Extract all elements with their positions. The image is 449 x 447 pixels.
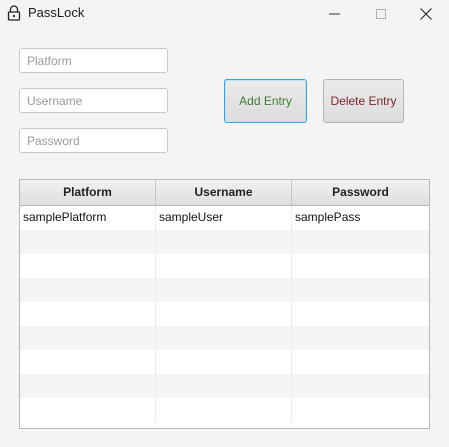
table-cell: samplePass: [295, 210, 361, 224]
table-row[interactable]: [20, 278, 429, 302]
minimize-button[interactable]: [312, 0, 358, 28]
minimize-icon: [329, 13, 340, 15]
table-cell: [20, 326, 156, 350]
table-cell: [156, 398, 292, 422]
maximize-icon: [376, 9, 386, 19]
column-header-username[interactable]: Username: [156, 180, 292, 205]
table-cell: samplePlatform: [20, 206, 156, 230]
username-input[interactable]: [19, 88, 168, 113]
table-row[interactable]: [20, 254, 429, 278]
table-cell: [156, 374, 292, 398]
table-cell: [292, 350, 429, 374]
window-title: PassLock: [28, 5, 85, 20]
passlock-window: PassLock Add Entry Delete Entry Platform…: [0, 0, 449, 447]
title-bar[interactable]: PassLock: [0, 0, 449, 28]
table-row[interactable]: [20, 230, 429, 254]
table-cell: [292, 326, 429, 350]
entries-table[interactable]: Platform Username Password samplePlatfor…: [19, 179, 430, 429]
add-entry-button[interactable]: Add Entry: [224, 79, 307, 123]
table-cell: [156, 254, 292, 278]
maximize-button[interactable]: [358, 0, 404, 28]
table-row[interactable]: [20, 326, 429, 350]
table-row[interactable]: [20, 374, 429, 398]
table-cell: sampleUser: [156, 206, 292, 230]
table-row[interactable]: samplePlatform sampleUser samplePass: [20, 206, 429, 230]
table-cell: [20, 302, 156, 326]
table-cell: [20, 230, 156, 254]
table-cell: [156, 278, 292, 302]
close-icon: [420, 8, 432, 20]
table-cell: [292, 230, 429, 254]
table-cell: [292, 374, 429, 398]
table-cell: [292, 254, 429, 278]
table-cell: [156, 326, 292, 350]
table-row[interactable]: [20, 398, 429, 422]
platform-input[interactable]: [19, 48, 168, 73]
table-cell: [156, 230, 292, 254]
table-row[interactable]: [20, 350, 429, 374]
table-cell: [156, 350, 292, 374]
table-cell: [292, 278, 429, 302]
column-header-password[interactable]: Password: [292, 180, 429, 205]
column-header-platform[interactable]: Platform: [20, 180, 156, 205]
table-cell: [292, 398, 429, 422]
table-cell: [20, 278, 156, 302]
close-button[interactable]: [403, 0, 449, 28]
delete-entry-button[interactable]: Delete Entry: [323, 79, 404, 123]
table-cell: [20, 350, 156, 374]
table-row[interactable]: [20, 302, 429, 326]
table-body: samplePlatform sampleUser samplePass: [20, 206, 429, 422]
table-header: Platform Username Password: [20, 180, 429, 206]
table-cell: [20, 398, 156, 422]
table-cell: [20, 254, 156, 278]
table-cell: [156, 302, 292, 326]
table-cell: [292, 302, 429, 326]
password-input[interactable]: [19, 128, 168, 153]
lock-icon: [7, 5, 21, 21]
table-cell: [20, 374, 156, 398]
